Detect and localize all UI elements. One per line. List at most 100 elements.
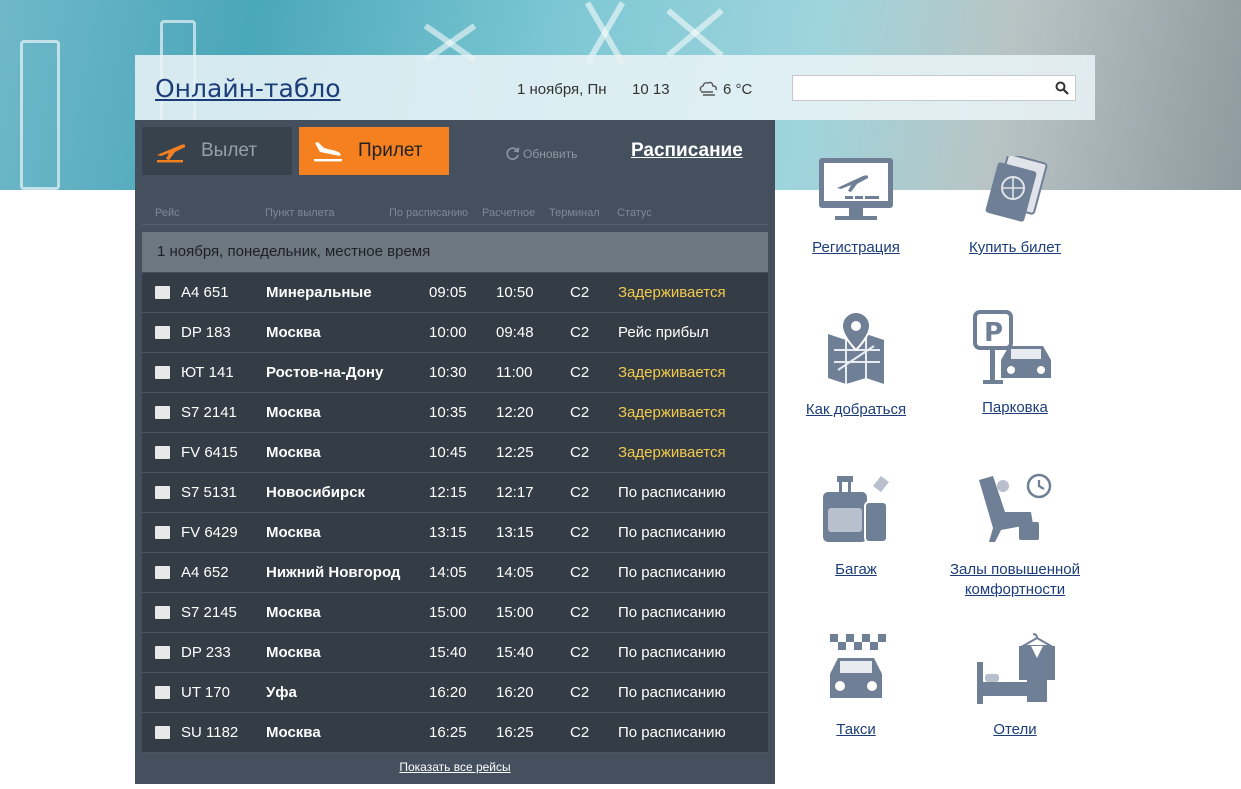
- airline-logo-icon: [155, 446, 170, 459]
- table-row[interactable]: SU 1182 Москва 16:25 16:25 C2 По расписанию: [142, 713, 768, 753]
- service-buy-ticket[interactable]: Купить билет: [955, 156, 1075, 258]
- origin-city: Нижний Новгород: [266, 564, 401, 581]
- service-baggage[interactable]: Багаж: [815, 472, 897, 580]
- table-row[interactable]: FV 6415 Москва 10:45 12:25 C2 Задерживается: [142, 433, 768, 473]
- scheduled-time: 16:25: [429, 724, 467, 741]
- col-scheduled: По расписанию: [389, 207, 469, 219]
- col-origin: Пункт вылета: [265, 207, 335, 219]
- map-pin-icon: [828, 310, 884, 384]
- page-title[interactable]: Онлайн-табло: [155, 74, 341, 103]
- col-flight: Рейс: [155, 207, 180, 219]
- current-time: 10 13: [632, 81, 670, 98]
- table-row[interactable]: S7 2141 Москва 10:35 12:20 C2 Задерживается: [142, 393, 768, 433]
- service-checkin[interactable]: Регистрация: [800, 156, 912, 258]
- scheduled-time: 15:00: [429, 604, 467, 621]
- weather-icon: [699, 81, 717, 96]
- terminal: C2: [570, 404, 590, 421]
- directions-label: Как добраться: [805, 401, 907, 418]
- estimated-time: 12:20: [496, 404, 534, 421]
- terminal: C2: [570, 444, 590, 461]
- lounge-label-line2: комфортности: [964, 581, 1066, 598]
- flight-number: FV 6429: [181, 524, 238, 541]
- service-hotels[interactable]: Отели: [975, 632, 1055, 740]
- service-taxi[interactable]: Такси: [820, 632, 892, 740]
- arrival-plane-icon: [314, 142, 342, 162]
- tab-departure[interactable]: Вылет: [142, 127, 292, 175]
- origin-city: Москва: [266, 524, 321, 541]
- scheduled-time: 13:15: [429, 524, 467, 541]
- taxi-label: Такси: [836, 721, 876, 738]
- estimated-time: 13:15: [496, 524, 534, 541]
- refresh-button[interactable]: Обновить: [505, 146, 577, 161]
- service-parking[interactable]: P Парковка: [960, 310, 1070, 418]
- flight-number: DP 183: [181, 324, 231, 341]
- schedule-link[interactable]: Расписание: [631, 140, 743, 162]
- flight-number: UT 170: [181, 684, 230, 701]
- scheduled-time: 09:05: [429, 284, 467, 301]
- flight-number: DP 233: [181, 644, 231, 661]
- flight-number: A4 652: [181, 564, 229, 581]
- search-icon[interactable]: [1055, 81, 1069, 95]
- estimated-time: 14:05: [496, 564, 534, 581]
- table-row[interactable]: A4 652 Нижний Новгород 14:05 14:05 C2 По расп…: [142, 553, 768, 593]
- airline-logo-icon: [155, 566, 170, 579]
- flight-status: По расписанию: [618, 484, 726, 501]
- airline-logo-icon: [155, 726, 170, 739]
- tab-arrival[interactable]: Прилет: [299, 127, 449, 175]
- airline-logo-icon: [155, 646, 170, 659]
- table-row[interactable]: A4 651 Минеральные 09:05 10:50 C2 Задерживает…: [142, 273, 768, 313]
- temperature: 6 °C: [723, 81, 753, 98]
- buy-ticket-label: Купить билет: [968, 239, 1062, 256]
- table-header: Рейс Пункт вылета По расписанию Расчетно…: [135, 207, 775, 223]
- passport-icon: [985, 156, 1048, 222]
- origin-city: Москва: [266, 324, 321, 341]
- scheduled-time: 10:30: [429, 364, 467, 381]
- estimated-time: 09:48: [496, 324, 534, 341]
- table-row[interactable]: UT 170 Уфа 16:20 16:20 C2 По расписанию: [142, 673, 768, 713]
- scheduled-time: 15:40: [429, 644, 467, 661]
- table-row[interactable]: ЮТ 141 Ростов-на-Дону 10:30 11:00 C2 Задержив…: [142, 353, 768, 393]
- terminal: C2: [570, 484, 590, 501]
- table-row[interactable]: S7 5131 Новосибирск 12:15 12:17 C2 По расписа…: [142, 473, 768, 513]
- estimated-time: 16:25: [496, 724, 534, 741]
- scheduled-time: 10:35: [429, 404, 467, 421]
- table-row[interactable]: DP 183 Москва 10:00 09:48 C2 Рейс прибыл: [142, 313, 768, 353]
- origin-city: Москва: [266, 404, 321, 421]
- flight-status: По расписанию: [618, 524, 726, 541]
- lounge-chair-icon: [979, 473, 1052, 542]
- show-all-flights-link[interactable]: Показать все рейсы: [135, 760, 775, 774]
- terminal: C2: [570, 724, 590, 741]
- scheduled-time: 14:05: [429, 564, 467, 581]
- estimated-time: 12:25: [496, 444, 534, 461]
- hotel-bed-icon: [977, 633, 1055, 704]
- airline-logo-icon: [155, 486, 170, 499]
- table-row[interactable]: S7 2145 Москва 15:00 15:00 C2 По расписанию: [142, 593, 768, 633]
- parking-label: Парковка: [982, 399, 1048, 416]
- day-header: 1 ноября, понедельник, местное время: [142, 232, 768, 272]
- flight-number: S7 2145: [181, 604, 237, 621]
- service-directions[interactable]: Как добраться: [795, 310, 917, 420]
- terminal: C2: [570, 684, 590, 701]
- flight-status: По расписанию: [618, 724, 726, 741]
- table-row[interactable]: FV 6429 Москва 13:15 13:15 C2 По расписанию: [142, 513, 768, 553]
- flight-list: A4 651 Минеральные 09:05 10:50 C2 Задерживает…: [142, 273, 768, 753]
- baggage-label: Багаж: [835, 561, 877, 578]
- col-terminal: Терминал: [549, 207, 600, 219]
- table-row[interactable]: DP 233 Москва 15:40 15:40 C2 По расписанию: [142, 633, 768, 673]
- estimated-time: 15:00: [496, 604, 534, 621]
- terminal: C2: [570, 564, 590, 581]
- flight-status: Рейс прибыл: [618, 324, 709, 341]
- terminal: C2: [570, 324, 590, 341]
- search-input[interactable]: [793, 76, 1043, 100]
- parking-icon: P: [973, 310, 1051, 384]
- banner-art: [20, 40, 60, 190]
- airline-logo-icon: [155, 366, 170, 379]
- flight-status: По расписанию: [618, 644, 726, 661]
- service-lounge[interactable]: Залы повышенной комфортности: [940, 472, 1090, 600]
- col-status: Статус: [617, 207, 652, 219]
- refresh-icon: [506, 147, 520, 160]
- flight-number: SU 1182: [181, 724, 239, 741]
- luggage-icon: [823, 476, 889, 543]
- origin-city: Новосибирск: [266, 484, 366, 501]
- origin-city: Москва: [266, 444, 321, 461]
